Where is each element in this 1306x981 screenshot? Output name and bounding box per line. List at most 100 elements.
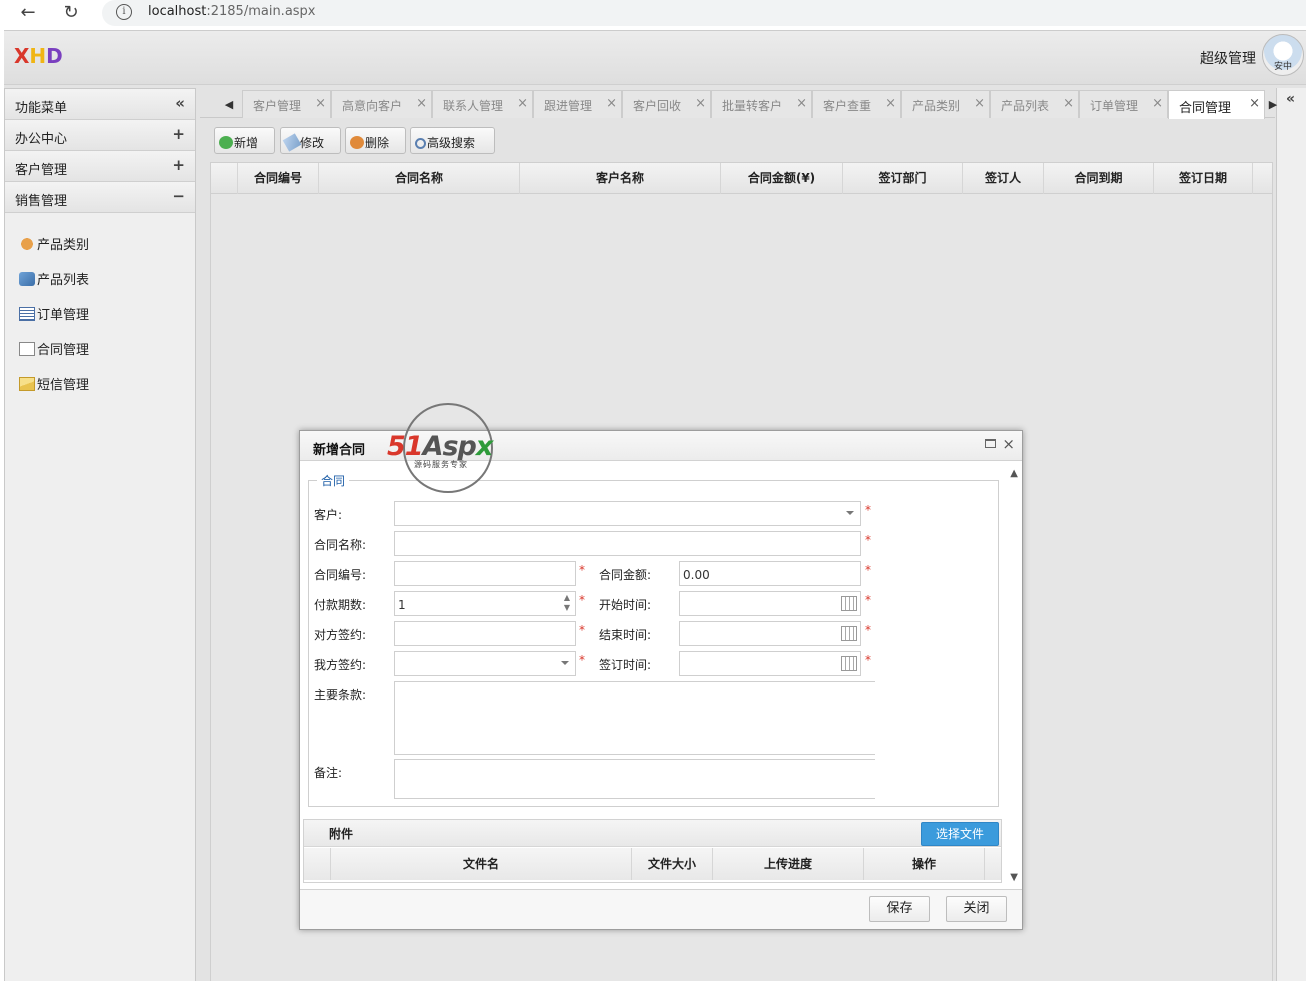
sign-time-field[interactable] xyxy=(679,651,861,676)
reload-icon[interactable]: ↻ xyxy=(59,2,83,24)
collapse-right-icon[interactable]: « xyxy=(1286,91,1295,107)
dialog-title: 新增合同 xyxy=(313,443,366,458)
collapse-minus-icon[interactable]: − xyxy=(172,187,185,205)
sidebar-group-office[interactable]: 办公中心 + xyxy=(5,120,195,151)
edit-button[interactable]: 修改 xyxy=(280,127,341,154)
back-arrow-icon[interactable]: ← xyxy=(16,2,40,24)
customer-select[interactable] xyxy=(394,501,861,526)
tab-scroll-left-icon[interactable]: ◀ xyxy=(222,94,236,116)
close-icon[interactable]: × xyxy=(416,96,427,111)
column-header[interactable]: 客户名称 xyxy=(520,163,721,194)
sidebar-item-label: 产品列表 xyxy=(37,273,90,288)
tab-order[interactable]: 订单管理 × xyxy=(1079,90,1168,118)
main-terms-textarea[interactable] xyxy=(394,681,875,755)
tab-dedupe[interactable]: 客户查重 × xyxy=(812,90,901,118)
expand-plus-icon[interactable]: + xyxy=(172,156,185,174)
scroll-down-icon[interactable]: ▼ xyxy=(1010,872,1018,883)
brand-part: Asp xyxy=(422,431,477,462)
tab-scroll-right-icon[interactable]: ▶ xyxy=(1266,94,1280,116)
column-header[interactable]: 合同编号 xyxy=(238,163,319,194)
close-icon[interactable]: × xyxy=(1249,96,1260,111)
info-icon[interactable]: i xyxy=(116,4,132,20)
installments-stepper[interactable]: 1 ▲ ▼ xyxy=(394,591,576,616)
address-bar[interactable]: i localhost:2185/main.aspx xyxy=(102,0,1306,26)
right-panel-strip: « xyxy=(1276,88,1306,981)
column-header[interactable]: 签订部门 xyxy=(843,163,963,194)
scroll-up-icon[interactable]: ▲ xyxy=(1010,468,1018,479)
column-header[interactable]: 合同金额(¥) xyxy=(721,163,843,194)
logo-letter: D xyxy=(46,44,63,68)
end-time-label: 结束时间: xyxy=(599,628,652,642)
add-button[interactable]: 新增 xyxy=(214,127,275,154)
column-header[interactable]: 签订人 xyxy=(963,163,1044,194)
close-icon[interactable]: × xyxy=(315,96,326,111)
close-icon[interactable]: × xyxy=(885,96,896,111)
calendar-icon[interactable] xyxy=(841,656,857,671)
calendar-icon[interactable] xyxy=(841,626,857,641)
advanced-search-button[interactable]: 高级搜索 xyxy=(410,127,495,154)
close-icon[interactable]: × xyxy=(974,96,985,111)
sidebar-group-customer[interactable]: 客户管理 + xyxy=(5,151,195,182)
tab-batch-transfer[interactable]: 批量转客户 × xyxy=(711,90,812,118)
column-header[interactable]: 签订日期 xyxy=(1154,163,1253,194)
dialog-body: ▲ ▼ 合同 客户: * 合同名称: * 合同编号: * 合同金额: 0.00 … xyxy=(300,462,1022,887)
tab-high-intent[interactable]: 高意向客户 × xyxy=(331,90,432,118)
maximize-icon[interactable] xyxy=(985,439,996,448)
close-icon[interactable]: × xyxy=(1152,96,1163,111)
select-file-button[interactable]: 选择文件 xyxy=(921,822,999,846)
close-icon[interactable]: × xyxy=(1002,435,1015,453)
start-time-field[interactable] xyxy=(679,591,861,616)
close-icon[interactable]: × xyxy=(517,96,528,111)
tab-product-category[interactable]: 产品类别 × xyxy=(901,90,990,118)
logo-letter: H xyxy=(29,44,47,68)
our-signer-select[interactable] xyxy=(394,651,576,676)
brand-part: x xyxy=(475,431,493,462)
calendar-icon[interactable] xyxy=(841,596,857,611)
remarks-label: 备注: xyxy=(314,766,343,780)
contract-no-field[interactable] xyxy=(394,561,576,586)
delete-button[interactable]: 删除 xyxy=(345,127,406,154)
new-contract-dialog: 新增合同 × ▲ ▼ 合同 客户: * 合同名称: * 合同编号: * 合同金额… xyxy=(299,430,1023,930)
sidebar-item-order[interactable]: 订单管理 xyxy=(5,296,195,331)
save-button[interactable]: 保存 xyxy=(869,896,930,922)
sidebar-group-sales[interactable]: 销售管理 − xyxy=(5,182,195,213)
chevron-down-icon xyxy=(561,661,569,665)
minus-circle-icon xyxy=(350,136,364,149)
tab-recycle[interactable]: 客户回收 × xyxy=(622,90,711,118)
sidebar-item-contract[interactable]: 合同管理 xyxy=(5,331,195,366)
column-header[interactable]: 合同名称 xyxy=(319,163,520,194)
avatar[interactable]: 安中 xyxy=(1262,34,1304,76)
spinner-arrows-icon[interactable]: ▲ ▼ xyxy=(564,593,570,613)
tab-contacts[interactable]: 联系人管理 × xyxy=(432,90,533,118)
sidebar-item-label: 短信管理 xyxy=(37,378,90,393)
url-text[interactable]: localhost:2185/main.aspx xyxy=(148,4,316,19)
remarks-textarea[interactable] xyxy=(394,759,875,799)
sidebar-item-product-category[interactable]: 产品类别 xyxy=(5,226,195,261)
close-icon[interactable]: × xyxy=(695,96,706,111)
sidebar-title: 功能菜单 xyxy=(15,101,68,116)
required-mark: * xyxy=(865,563,871,577)
attachment-panel: 附件 选择文件 文件名 文件大小 上传进度 操作 xyxy=(303,819,1002,883)
close-icon[interactable]: × xyxy=(1063,96,1074,111)
user-name[interactable]: 超级管理 xyxy=(1200,48,1256,68)
tab-followup[interactable]: 跟进管理 × xyxy=(533,90,622,118)
end-time-field[interactable] xyxy=(679,621,861,646)
installments-label: 付款期数: xyxy=(314,598,367,612)
installments-value: 1 xyxy=(398,598,406,612)
sidebar-item-product-list[interactable]: 产品列表 xyxy=(5,261,195,296)
sidebar-item-sms[interactable]: 短信管理 xyxy=(5,366,195,401)
amount-field[interactable]: 0.00 xyxy=(679,561,861,586)
close-icon[interactable]: × xyxy=(796,96,807,111)
tab-product-list[interactable]: 产品列表 × xyxy=(990,90,1079,118)
close-button[interactable]: 关闭 xyxy=(946,896,1007,922)
tab-customer[interactable]: 客户管理 × xyxy=(242,90,331,118)
expand-plus-icon[interactable]: + xyxy=(172,125,185,143)
tab-bar: ◀ 客户管理 × 高意向客户 × 联系人管理 × 跟进管理 × 客户回收 × 批量转客户 ×… xyxy=(200,88,1277,119)
grid-header-checkbox[interactable] xyxy=(211,163,238,194)
collapse-left-icon[interactable]: « xyxy=(175,94,185,112)
column-header[interactable]: 合同到期 xyxy=(1044,163,1154,194)
their-signer-field[interactable] xyxy=(394,621,576,646)
contract-name-field[interactable] xyxy=(394,531,861,556)
close-icon[interactable]: × xyxy=(606,96,617,111)
tab-contract[interactable]: 合同管理 × xyxy=(1168,90,1265,119)
